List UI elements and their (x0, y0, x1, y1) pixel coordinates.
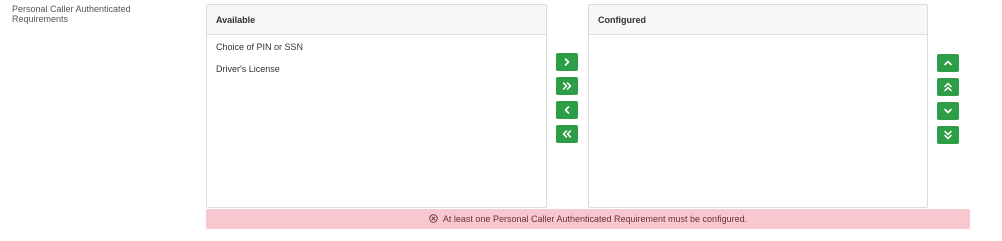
available-list[interactable]: Choice of PIN or SSN Driver's License (207, 35, 546, 93)
validation-alert: At least one Personal Caller Authenticat… (206, 209, 970, 229)
move-to-bottom-button[interactable] (937, 126, 959, 144)
move-up-button[interactable] (937, 54, 959, 72)
configured-panel-header: Configured (589, 5, 927, 35)
circle-x-icon (429, 214, 438, 223)
double-chevron-right-icon (562, 82, 572, 90)
double-chevron-left-icon (562, 130, 572, 138)
configured-panel: Configured (588, 4, 928, 208)
order-buttons (937, 54, 959, 150)
list-item[interactable]: Driver's License (216, 64, 537, 75)
available-panel: Available Choice of PIN or SSN Driver's … (206, 4, 547, 208)
chevron-right-icon (564, 58, 570, 66)
move-selected-right-button[interactable] (556, 53, 578, 71)
available-panel-header: Available (207, 5, 546, 35)
configured-list[interactable] (589, 35, 927, 49)
double-chevron-up-icon (944, 82, 952, 92)
alert-message: At least one Personal Caller Authenticat… (442, 214, 748, 224)
chevron-down-icon (944, 108, 952, 114)
move-all-right-button[interactable] (556, 77, 578, 95)
chevron-up-icon (944, 60, 952, 66)
move-all-left-button[interactable] (556, 125, 578, 143)
list-item[interactable]: Choice of PIN or SSN (216, 42, 537, 53)
move-selected-left-button[interactable] (556, 101, 578, 119)
move-to-top-button[interactable] (937, 78, 959, 96)
double-chevron-down-icon (944, 130, 952, 140)
field-label: Personal Caller Authenticated Requiremen… (12, 4, 131, 24)
move-down-button[interactable] (937, 102, 959, 120)
chevron-left-icon (564, 106, 570, 114)
transfer-buttons (556, 53, 578, 149)
